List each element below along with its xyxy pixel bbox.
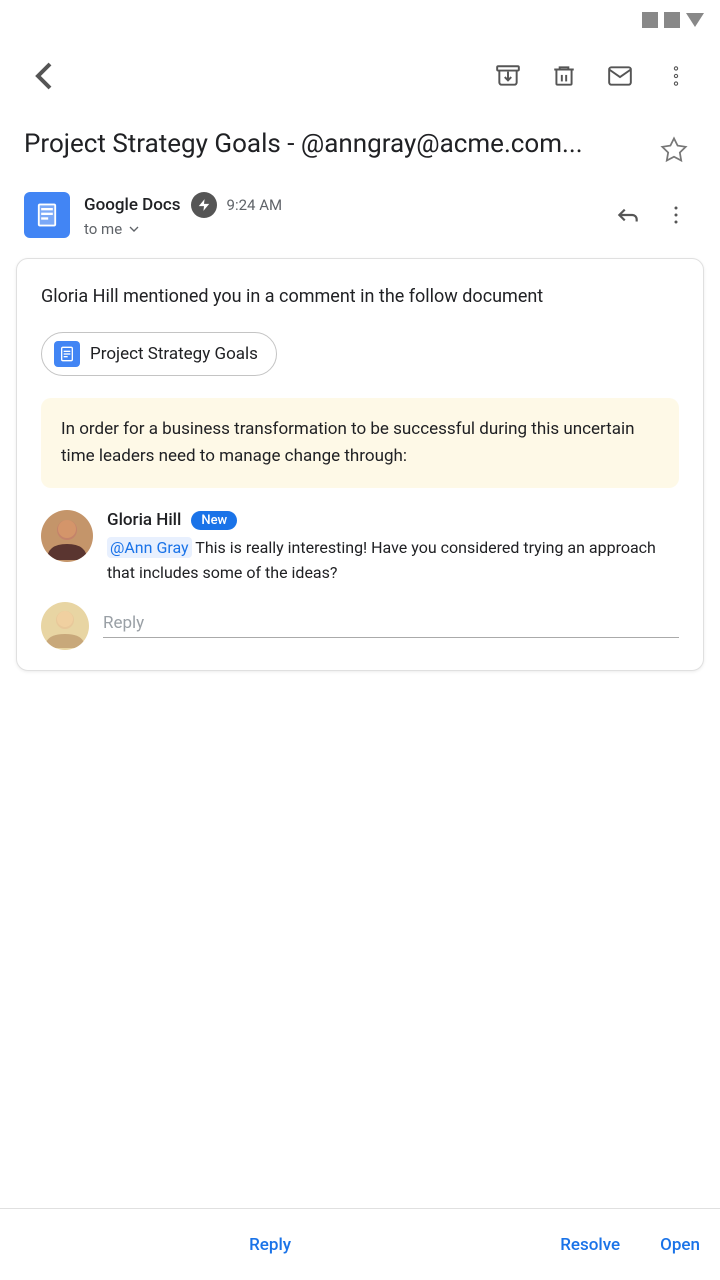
- quote-box: In order for a business transformation t…: [41, 398, 679, 488]
- sender-name-row: Google Docs 9:24 AM: [84, 192, 594, 218]
- more-options-button[interactable]: [652, 52, 700, 100]
- reply-icon: [615, 202, 641, 228]
- status-bar: [0, 0, 720, 40]
- email-header: Project Strategy Goals - @anngray@acme.c…: [0, 112, 720, 184]
- more-icon: [663, 63, 689, 89]
- archive-icon: [495, 63, 521, 89]
- lightning-badge: [191, 192, 217, 218]
- doc-chip-label: Project Strategy Goals: [90, 344, 258, 364]
- sender-more-icon: [664, 203, 688, 227]
- comment-name-row: Gloria Hill New: [107, 510, 679, 530]
- dropdown-icon: [686, 13, 704, 27]
- gloria-avatar: [41, 510, 93, 562]
- ann-avatar: [41, 602, 89, 650]
- email-body-card: Gloria Hill mentioned you in a comment i…: [16, 258, 704, 671]
- mail-icon: [607, 63, 633, 89]
- reply-input-wrap[interactable]: Reply: [103, 613, 679, 638]
- mention-link[interactable]: @Ann Gray: [107, 537, 192, 558]
- reply-button[interactable]: Reply: [0, 1223, 540, 1267]
- archive-button[interactable]: [484, 52, 532, 100]
- sender-name: Google Docs: [84, 195, 181, 215]
- docs-icon: [33, 201, 61, 229]
- sender-more-button[interactable]: [656, 195, 696, 235]
- sender-to-label: to me: [84, 220, 122, 238]
- lightning-icon: [197, 198, 211, 212]
- reply-input-row: Reply: [41, 602, 679, 650]
- delete-icon: [551, 63, 577, 89]
- resolve-button[interactable]: Resolve: [540, 1223, 640, 1267]
- bottom-bar: Reply Resolve Open: [0, 1208, 720, 1280]
- toolbar: [0, 40, 720, 112]
- comment-body: Gloria Hill New @Ann Gray This is really…: [107, 510, 679, 586]
- star-icon: [660, 136, 688, 164]
- new-badge: New: [191, 511, 237, 530]
- chevron-down-icon: [126, 221, 142, 237]
- comment-author-name: Gloria Hill: [107, 510, 181, 530]
- quote-text: In order for a business transformation t…: [61, 416, 659, 470]
- back-button[interactable]: [20, 52, 68, 100]
- delete-button[interactable]: [540, 52, 588, 100]
- gloria-avatar-img: [41, 510, 93, 562]
- mail-button[interactable]: [596, 52, 644, 100]
- doc-chip-icon: [54, 341, 80, 367]
- sender-info: Google Docs 9:24 AM to me: [84, 192, 594, 238]
- sender-to-row[interactable]: to me: [84, 220, 594, 238]
- email-subject: Project Strategy Goals - @anngray@acme.c…: [24, 128, 583, 162]
- signal2-icon: [664, 12, 680, 28]
- comment-row: Gloria Hill New @Ann Gray This is really…: [41, 510, 679, 586]
- mention-text: Gloria Hill mentioned you in a comment i…: [41, 283, 679, 310]
- reply-quick-button[interactable]: [608, 195, 648, 235]
- reply-placeholder: Reply: [103, 613, 144, 633]
- back-icon: [20, 52, 68, 100]
- sender-time: 9:24 AM: [227, 196, 283, 214]
- sender-avatar: [24, 192, 70, 238]
- open-button[interactable]: Open: [640, 1223, 720, 1267]
- ann-avatar-img: [41, 602, 89, 650]
- doc-chip-docs-icon: [59, 346, 75, 362]
- doc-chip[interactable]: Project Strategy Goals: [41, 332, 277, 376]
- comment-text: @Ann Gray This is really interesting! Ha…: [107, 536, 679, 586]
- sender-row: Google Docs 9:24 AM to me: [0, 184, 720, 250]
- toolbar-actions: [484, 52, 700, 100]
- signal1-icon: [642, 12, 658, 28]
- star-button[interactable]: [652, 128, 696, 172]
- sender-actions: [608, 195, 696, 235]
